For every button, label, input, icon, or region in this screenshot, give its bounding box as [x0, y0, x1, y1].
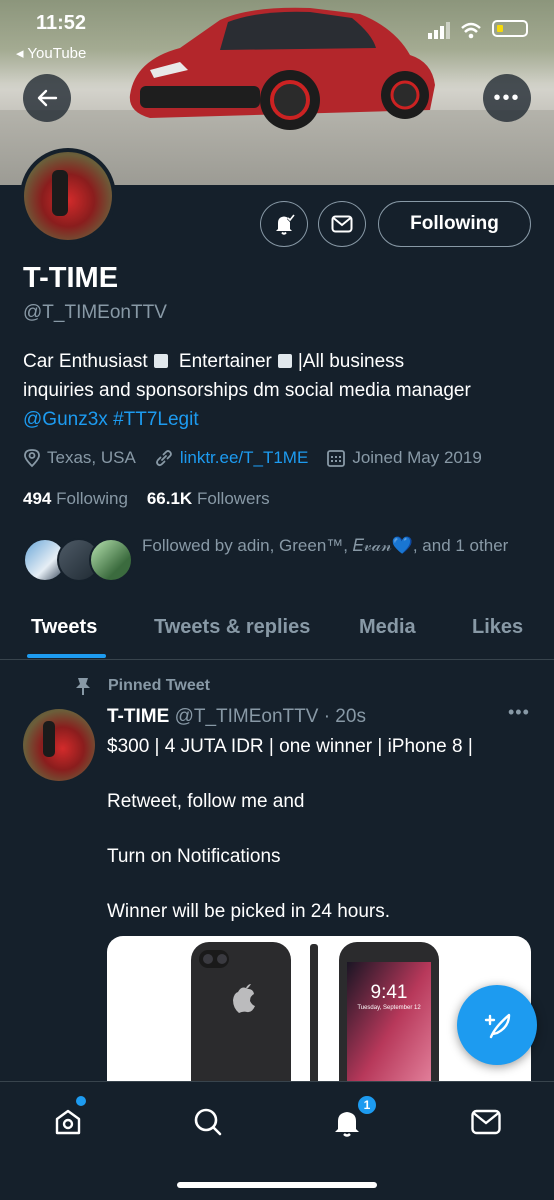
notifications-subscribe-button[interactable] [260, 201, 308, 247]
tweet-text-line: Turn on Notifications [107, 846, 281, 867]
tweet-author-avatar[interactable] [23, 709, 95, 781]
tweet-author-meta: @T_TIMEonTTV · 20s [174, 706, 366, 727]
compose-tweet-button[interactable] [457, 985, 537, 1065]
tweet-text-line: Winner will be picked in 24 hours. [107, 901, 391, 922]
tab-likes[interactable]: Likes [472, 616, 523, 639]
profile-name: T-TIME [23, 262, 119, 294]
nav-search[interactable] [188, 1102, 228, 1142]
link-icon [155, 450, 172, 467]
tab-tweets[interactable]: Tweets [31, 616, 97, 639]
bio-mention-link[interactable]: @Gunz3x [23, 409, 108, 430]
status-bar: 11:52 ◂ YouTube [0, 0, 554, 62]
nav-messages[interactable] [466, 1102, 506, 1142]
home-icon [55, 1109, 81, 1135]
bio-text-4: inquiries and sponsorships dm social med… [23, 380, 471, 401]
back-to-app-link[interactable]: ◂ YouTube [16, 44, 86, 62]
messages-icon [471, 1109, 501, 1135]
tweet-header: T-TIME @T_TIMEonTTV · 20s [107, 706, 366, 728]
search-icon [194, 1108, 222, 1136]
followed-by-text[interactable]: Followed by adin, Green™, 𝐸𝓋𝒶𝓃💙, and 1 o… [142, 530, 532, 561]
more-options-button[interactable]: ••• [483, 74, 531, 122]
back-arrow-icon [37, 89, 58, 107]
profile-location: Texas, USA [47, 448, 136, 467]
tweet-text-line: $300 | 4 JUTA IDR | one winner | iPhone … [107, 736, 473, 757]
pin-icon [76, 678, 90, 695]
followed-by-avatars[interactable] [23, 538, 133, 584]
bell-icon [276, 214, 296, 235]
more-icon: ••• [493, 86, 521, 109]
follow-counts: 494 Following 66.1K Followers [23, 489, 270, 509]
following-count-link[interactable]: 494 Following [23, 489, 128, 508]
direct-message-button[interactable] [318, 201, 366, 247]
bio-hashtag-link[interactable]: #TT7Legit [113, 409, 199, 430]
back-button[interactable] [23, 74, 71, 122]
followers-count-link[interactable]: 66.1K Followers [147, 489, 270, 508]
nav-home[interactable] [48, 1102, 88, 1142]
bio-text-3: |All business [297, 351, 405, 372]
tab-media[interactable]: Media [359, 616, 416, 639]
battery-icon [492, 20, 528, 37]
tweet-more-icon[interactable]: ••• [508, 702, 530, 723]
profile-tabs: Tweets Tweets & replies Media Likes [0, 600, 554, 660]
media-date: Tuesday, September 12 [357, 1005, 421, 1011]
tweet-text-line: Retweet, follow me and [107, 791, 305, 812]
profile-bio: Car Enthusiast Entertainer |All business … [23, 347, 538, 434]
profile-handle: @T_TIMEonTTV [23, 302, 167, 323]
notification-badge: 1 [356, 1094, 378, 1116]
bio-text-1: Car Enthusiast [23, 351, 148, 372]
profile-website-link[interactable]: linktr.ee/T_T1ME [180, 448, 309, 468]
signal-wifi-icon [428, 22, 481, 39]
location-icon [24, 449, 40, 468]
status-time: 11:52 [36, 12, 87, 34]
home-new-dot [76, 1096, 86, 1106]
profile-avatar[interactable] [20, 148, 116, 244]
calendar-icon [327, 450, 346, 467]
profile-meta: Texas, USA linktr.ee/T_T1ME Joined May 2… [23, 448, 482, 468]
tab-tweets-replies[interactable]: Tweets & replies [154, 616, 310, 639]
media-clock: 9:41 [371, 982, 408, 1003]
following-button[interactable]: Following [378, 201, 531, 247]
active-tab-indicator [27, 654, 106, 658]
bio-text-2: Entertainer [178, 351, 272, 372]
profile-joined-date: Joined May 2019 [352, 448, 482, 467]
tweet-author-name[interactable]: T-TIME [107, 706, 169, 727]
home-indicator [177, 1182, 377, 1188]
mail-icon [331, 215, 353, 233]
pinned-tweet-label: Pinned Tweet [74, 676, 210, 696]
compose-icon [484, 1013, 511, 1039]
avatar [89, 538, 133, 582]
